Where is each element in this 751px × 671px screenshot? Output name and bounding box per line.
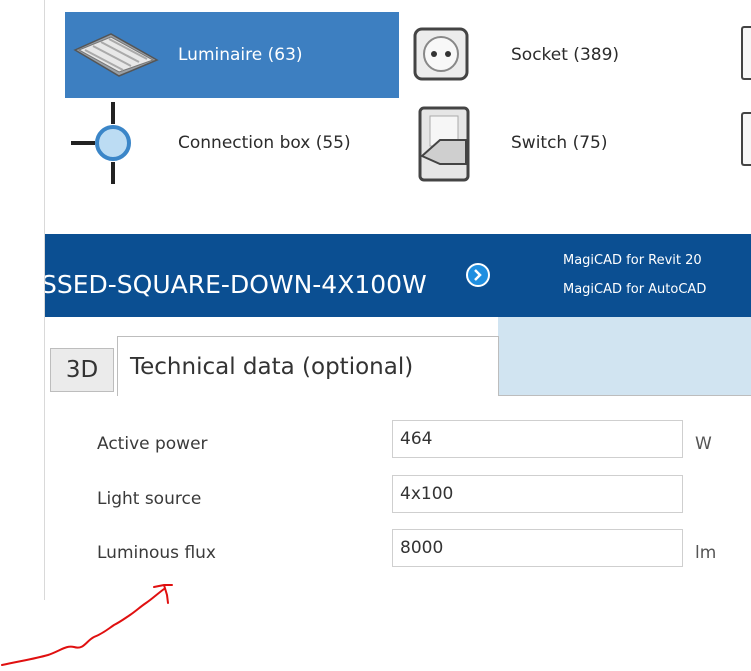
luminaire-icon [73,33,159,77]
category-luminaire[interactable]: Luminaire (63) [65,12,399,98]
annotation-arrow-icon [1,584,173,666]
category-partial-icon[interactable] [741,112,751,166]
category-connection-box-label: Connection box (55) [178,133,351,153]
switch-icon [418,106,470,182]
tab-technical-data[interactable]: Technical data (optional) [117,336,499,396]
socket-icon [413,27,469,81]
luminous-flux-unit: lm [695,543,717,563]
product-name: SSED-SQUARE-DOWN-4X100W [45,270,427,299]
banner-link-autocad[interactable]: MagiCAD for AutoCAD [563,282,706,297]
category-switch-label: Switch (75) [511,133,608,153]
active-power-unit: W [695,434,712,454]
category-switch[interactable]: Switch (75) [410,100,740,186]
category-socket[interactable]: Socket (389) [410,12,740,98]
banner-link-revit[interactable]: MagiCAD for Revit 20 [563,253,702,268]
tab-baseline [498,395,751,396]
active-power-input[interactable] [392,420,683,458]
tab-3d[interactable]: 3D [50,348,114,392]
luminous-flux-label: Luminous flux [97,543,216,563]
category-luminaire-label: Luminaire (63) [178,45,303,65]
category-socket-label: Socket (389) [511,45,620,65]
active-power-label: Active power [97,434,208,454]
luminous-flux-input[interactable] [392,529,683,567]
light-source-input[interactable] [392,475,683,513]
tab-strip-background [498,317,751,395]
light-source-label: Light source [97,489,202,509]
category-connection-box[interactable]: Connection box (55) [65,100,399,186]
category-partial-icon[interactable] [741,26,751,80]
expand-arrow-icon[interactable] [466,263,490,287]
connection-box-icon [71,102,131,184]
product-banner: SSED-SQUARE-DOWN-4X100W MagiCAD for Revi… [45,234,751,317]
